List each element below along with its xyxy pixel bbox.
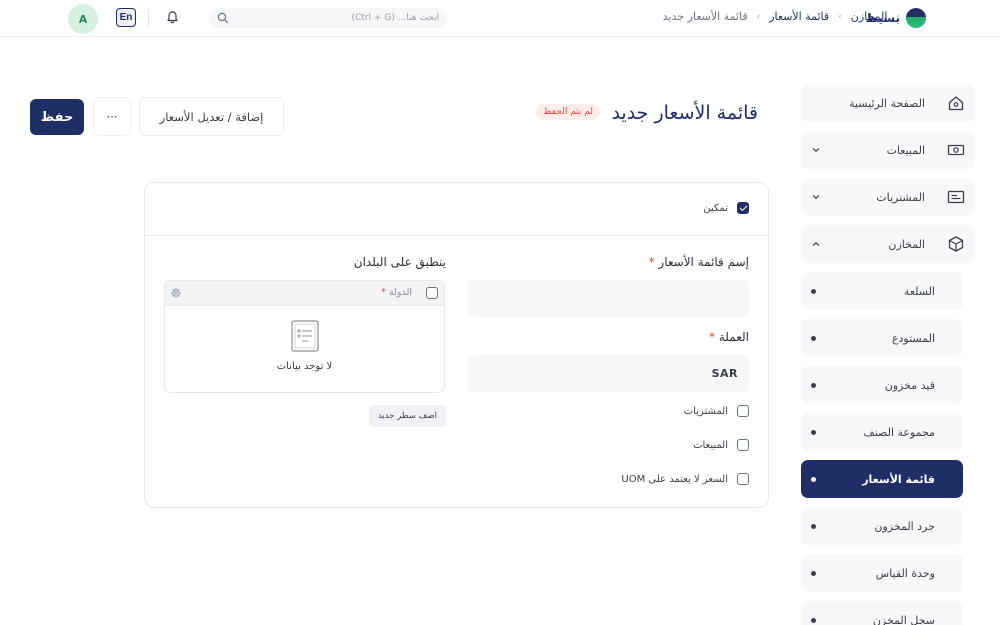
sidebar-subitem-label: المستودع xyxy=(891,331,935,345)
bullet-icon xyxy=(811,335,816,341)
more-options-button[interactable]: ··· xyxy=(93,97,131,136)
sales-label: المبيعات xyxy=(693,439,728,451)
required-mark: * xyxy=(709,330,716,344)
sales-checkbox[interactable] xyxy=(737,439,749,451)
required-mark: * xyxy=(381,287,386,298)
sidebar-item-label: الصفحة الرئيسية xyxy=(849,96,925,110)
sidebar-subitem-warehouse[interactable]: المستودع xyxy=(801,319,963,357)
enable-label: تمكين xyxy=(703,202,728,214)
breadcrumb-item-current: قائمة الأسعار جديد xyxy=(662,10,748,23)
search-placeholder: ابحث هنا... (Ctrl + G) xyxy=(351,13,439,23)
receipt-icon xyxy=(947,190,965,204)
price-list-form-card: تمكين إسم قائمة الأسعار * العملة * SAR ا… xyxy=(144,182,769,508)
sidebar-subitem-label: سجل المخزن xyxy=(872,613,935,625)
edit-prices-button[interactable]: إضافة / تعديل الأسعار xyxy=(139,97,284,136)
breadcrumb-separator-icon: › xyxy=(896,11,900,22)
sidebar-subitem-stock-ledger[interactable]: سجل المخزن xyxy=(801,601,963,625)
sidebar-item-home[interactable]: الصفحة الرئيسية xyxy=(801,84,975,122)
required-mark: * xyxy=(648,255,655,269)
bullet-icon xyxy=(811,288,816,294)
topbar-divider xyxy=(148,9,149,28)
countries-table-empty: لا توجد بيانات xyxy=(165,306,444,392)
add-row-button[interactable]: اضف سطر جديد xyxy=(369,405,446,427)
currency-value: SAR xyxy=(711,367,738,380)
user-avatar[interactable]: A xyxy=(68,4,98,34)
card-header: تمكين xyxy=(145,183,768,236)
language-toggle-button[interactable]: En xyxy=(116,8,136,27)
price-not-uom-checkbox[interactable] xyxy=(737,473,749,485)
sidebar-item-sales[interactable]: المبيعات xyxy=(801,131,975,169)
breadcrumb-separator-icon: › xyxy=(756,11,761,22)
sidebar-subitem-items[interactable]: السلعة xyxy=(801,272,963,310)
countries-table: الدولة * لا توجد بيانات xyxy=(164,280,445,393)
sidebar-subitem-label: مجموعة الصنف xyxy=(863,425,935,439)
page-title: قائمة الأسعار جديد xyxy=(611,102,758,124)
search-icon xyxy=(217,12,229,24)
sidebar-item-warehouses[interactable]: المخازن xyxy=(801,225,975,263)
sidebar-subitem-label: قيد مخزون xyxy=(884,378,935,392)
price-list-name-input[interactable] xyxy=(468,280,749,317)
countries-table-header: الدولة * xyxy=(165,281,444,306)
sidebar-subitem-label: السلعة xyxy=(903,284,935,298)
country-column-header: الدولة * xyxy=(381,287,412,298)
sidebar-item-purchases[interactable]: المشتريات xyxy=(801,178,975,216)
breadcrumb: › المخازن › قائمة الأسعار › قائمة الأسعا… xyxy=(663,10,900,23)
price-list-name-label: إسم قائمة الأسعار * xyxy=(649,255,749,269)
save-button[interactable]: حفظ xyxy=(30,99,84,135)
chevron-up-icon xyxy=(812,241,820,246)
gear-icon[interactable] xyxy=(170,287,182,299)
cash-icon xyxy=(947,144,965,156)
sidebar: الصفحة الرئيسية المبيعات المشتريات المخا… xyxy=(801,84,975,625)
price-not-uom-checkbox-row[interactable]: السعر لا يعتمد على UOM xyxy=(621,473,749,485)
bullet-icon xyxy=(811,382,816,388)
breadcrumb-separator-icon: › xyxy=(838,11,842,22)
country-column-label: الدولة xyxy=(388,287,412,298)
sidebar-item-label: المخازن xyxy=(888,237,925,251)
sidebar-subitem-price-list[interactable]: قائمة الأسعار xyxy=(801,460,963,498)
sidebar-subitem-label: وحدة القياس xyxy=(875,566,935,580)
purchases-checkbox-row[interactable]: المشتريات xyxy=(684,405,749,417)
price-list-name-label-text: إسم قائمة الأسعار xyxy=(658,255,749,269)
sidebar-item-label: المبيعات xyxy=(886,143,925,157)
price-not-uom-label: السعر لا يعتمد على UOM xyxy=(621,473,728,485)
sidebar-subitem-label: جرد المخزون xyxy=(874,519,935,533)
select-all-checkbox[interactable] xyxy=(426,287,438,299)
sidebar-subitem-stock-entry[interactable]: قيد مخزون xyxy=(801,366,963,404)
box-icon xyxy=(948,236,964,252)
brand-logo-icon xyxy=(906,8,926,28)
sidebar-subitem-uom[interactable]: وحدة القياس xyxy=(801,554,963,592)
breadcrumb-item-price-lists[interactable]: قائمة الأسعار xyxy=(769,10,829,23)
purchases-checkbox[interactable] xyxy=(737,405,749,417)
currency-label: العملة * xyxy=(709,330,749,344)
sidebar-item-label: المشتريات xyxy=(876,190,925,204)
bullet-icon xyxy=(811,570,816,576)
enable-checkbox[interactable] xyxy=(737,202,749,214)
chevron-down-icon xyxy=(812,148,820,153)
countries-title: ينطبق على البلدان xyxy=(353,255,446,269)
home-icon xyxy=(948,96,964,111)
bullet-icon xyxy=(811,617,816,623)
bullet-icon xyxy=(811,476,816,482)
status-badge: لم يتم الحفظ xyxy=(536,104,600,120)
breadcrumb-item-warehouses[interactable]: المخازن xyxy=(851,10,888,23)
search-input[interactable]: ابحث هنا... (Ctrl + G) xyxy=(209,8,447,28)
purchases-label: المشتريات xyxy=(683,405,728,417)
sales-checkbox-row[interactable]: المبيعات xyxy=(693,439,749,451)
empty-document-icon xyxy=(291,320,319,352)
currency-label-text: العملة xyxy=(718,330,749,344)
sidebar-subitem-stock-count[interactable]: جرد المخزون xyxy=(801,507,963,545)
bullet-icon xyxy=(811,523,816,529)
sidebar-subitem-label: قائمة الأسعار xyxy=(862,472,935,486)
bullet-icon xyxy=(811,429,816,435)
chevron-down-icon xyxy=(812,195,820,200)
no-data-message: لا توجد بيانات xyxy=(276,361,333,372)
enable-checkbox-row[interactable]: تمكين xyxy=(703,202,749,214)
notification-bell-icon[interactable] xyxy=(165,10,180,25)
currency-select[interactable]: SAR xyxy=(468,355,749,392)
sidebar-subitem-item-group[interactable]: مجموعة الصنف xyxy=(801,413,963,451)
